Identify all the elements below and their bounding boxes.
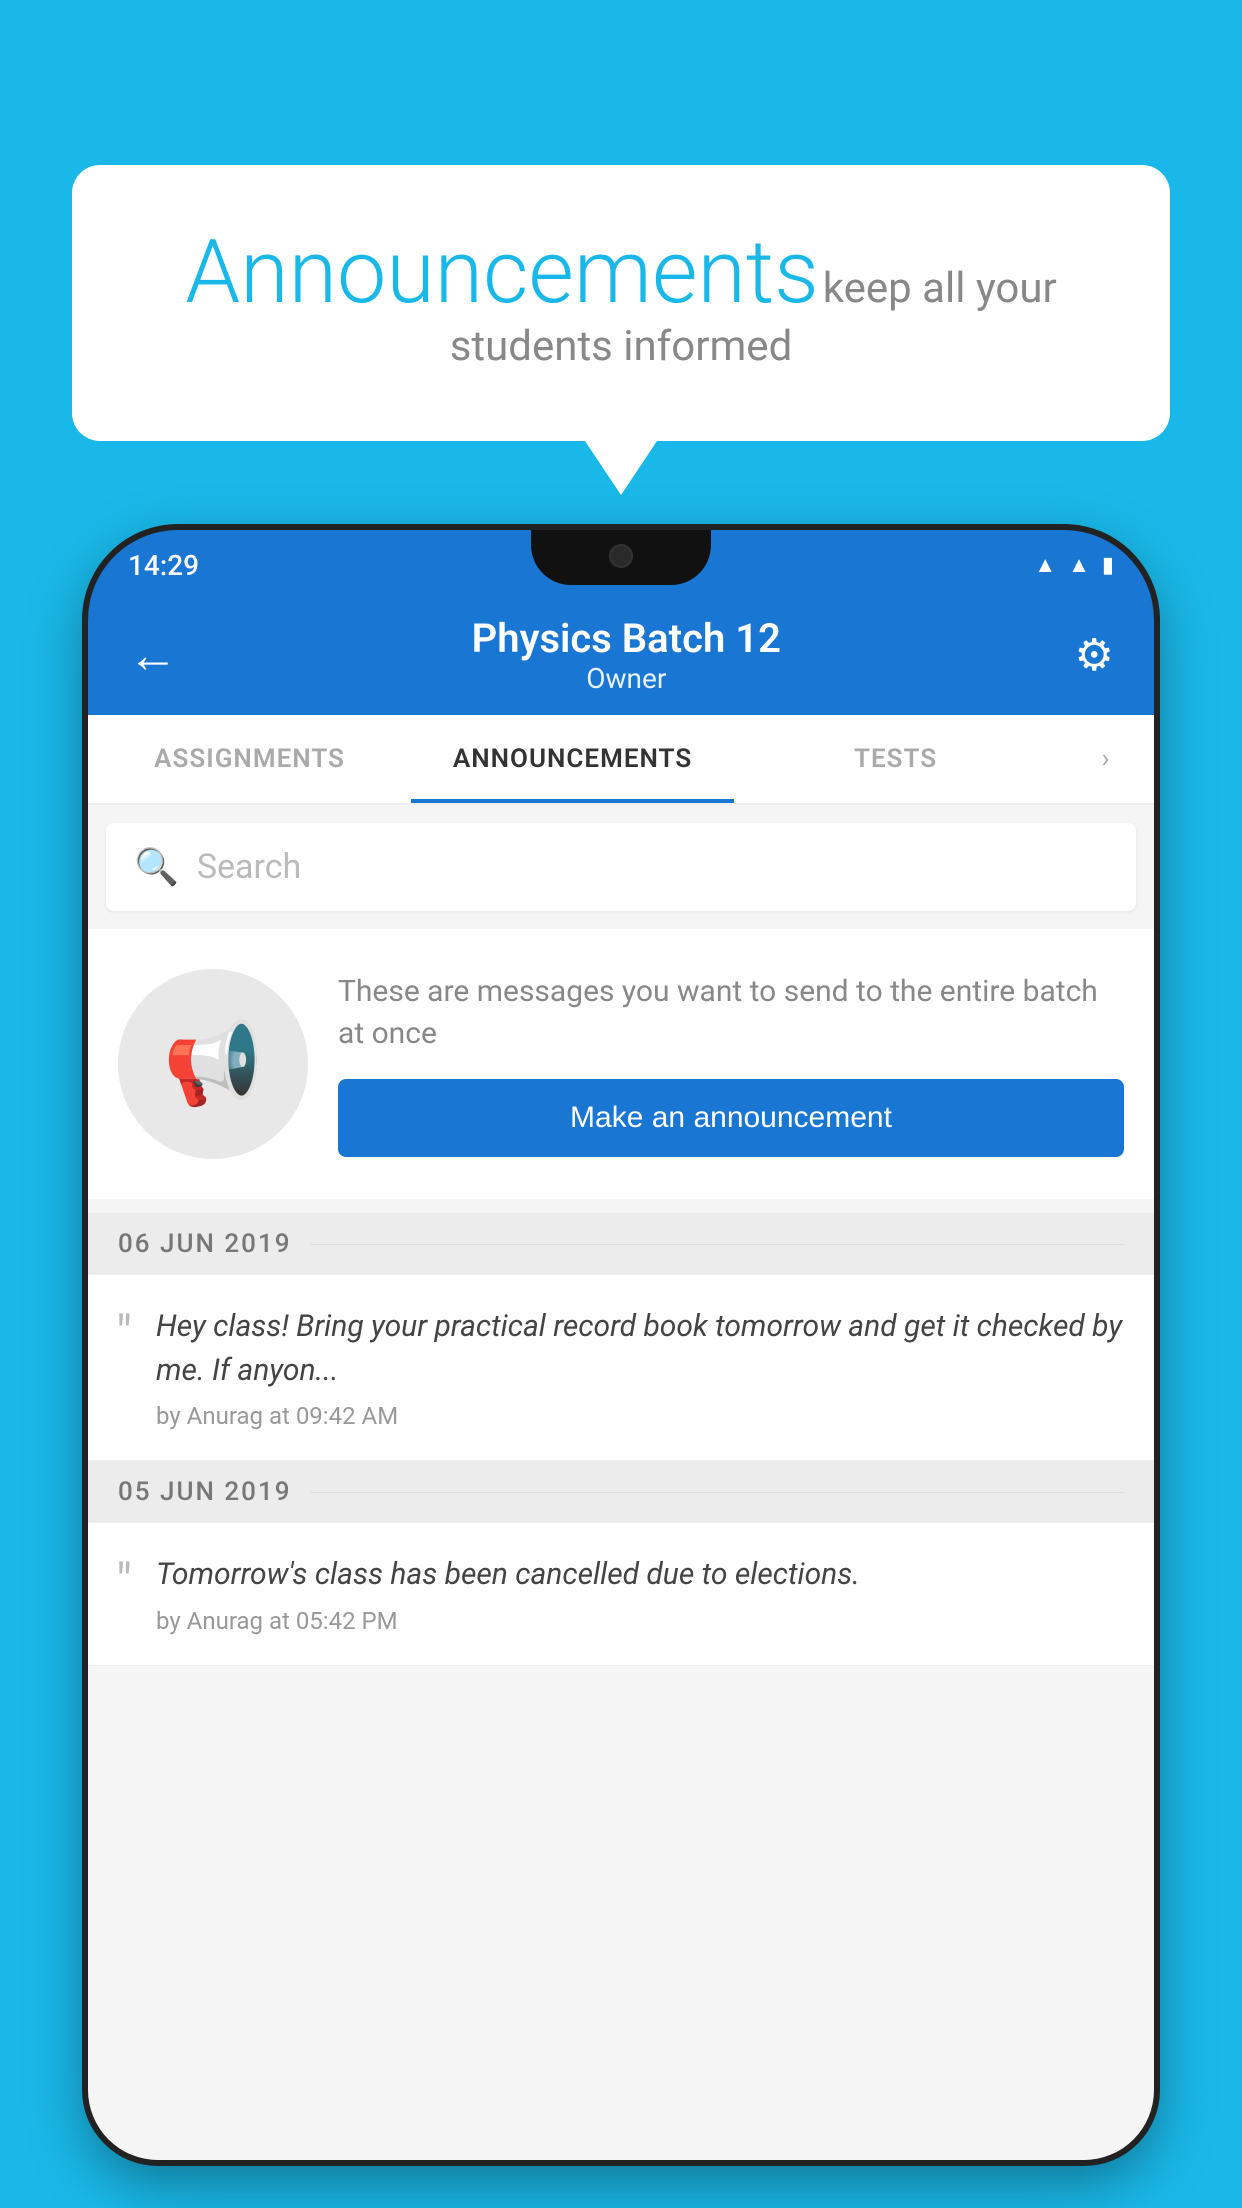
phone-frame: 14:29 ▲ ▲ ▮ ← Physics Batch 12 Owner ⚙ A… (88, 530, 1154, 2160)
tab-tests[interactable]: TESTS (734, 715, 1057, 803)
tab-more[interactable]: › (1057, 715, 1154, 803)
app-bar-title-container: Physics Batch 12 Owner (188, 615, 1065, 695)
phone-container: 14:29 ▲ ▲ ▮ ← Physics Batch 12 Owner ⚙ A… (88, 530, 1154, 2208)
date-separator-1: 06 JUN 2019 (88, 1213, 1154, 1275)
announcement-text-1: Hey class! Bring your practical record b… (156, 1305, 1126, 1392)
date-separator-2: 05 JUN 2019 (88, 1461, 1154, 1523)
signal-icon: ▲ (1068, 552, 1090, 578)
date-separator-text-2: 05 JUN 2019 (118, 1477, 292, 1507)
promo-text: These are messages you want to send to t… (338, 971, 1124, 1055)
quote-icon-1: " (116, 1310, 132, 1360)
search-bar[interactable]: 🔍 Search (106, 823, 1136, 911)
announcement-meta-1: by Anurag at 09:42 AM (156, 1402, 398, 1430)
megaphone-icon: 📢 (163, 1017, 263, 1111)
search-icon: 🔍 (134, 846, 179, 888)
announcement-text-2: Tomorrow's class has been cancelled due … (156, 1553, 1126, 1597)
speech-bubble-container: Announcements keep all your students inf… (72, 165, 1170, 441)
phone-content: 🔍 Search 📢 These are messages you want t… (88, 805, 1154, 2160)
announcement-item-2[interactable]: " Tomorrow's class has been cancelled du… (88, 1523, 1154, 1666)
battery-icon: ▮ (1102, 553, 1114, 578)
make-announcement-button[interactable]: Make an announcement (338, 1079, 1124, 1157)
app-bar-title: Physics Batch 12 (188, 615, 1065, 662)
announcement-promo: 📢 These are messages you want to send to… (88, 929, 1154, 1199)
phone-notch (531, 530, 711, 585)
wifi-icon: ▲ (1034, 552, 1056, 578)
app-bar-subtitle: Owner (188, 662, 1065, 695)
app-bar: ← Physics Batch 12 Owner ⚙ (88, 595, 1154, 715)
date-separator-text-1: 06 JUN 2019 (118, 1229, 292, 1259)
status-time: 14:29 (128, 549, 199, 582)
promo-icon-circle: 📢 (118, 969, 308, 1159)
announcement-content-2: Tomorrow's class has been cancelled due … (156, 1553, 1126, 1635)
speech-bubble: Announcements keep all your students inf… (72, 165, 1170, 441)
announcement-content-1: Hey class! Bring your practical record b… (156, 1305, 1126, 1430)
speech-bubble-title: Announcements (185, 221, 819, 324)
search-placeholder: Search (197, 847, 301, 887)
settings-button[interactable]: ⚙ (1065, 619, 1124, 691)
phone-camera (609, 544, 633, 568)
back-button[interactable]: ← (118, 616, 188, 695)
tabs-container: ASSIGNMENTS ANNOUNCEMENTS TESTS › (88, 715, 1154, 805)
tab-assignments[interactable]: ASSIGNMENTS (88, 715, 411, 803)
announcement-meta-2: by Anurag at 05:42 PM (156, 1607, 398, 1635)
date-separator-line-2 (310, 1492, 1125, 1493)
status-icons: ▲ ▲ ▮ (1034, 552, 1114, 578)
date-separator-line-1 (310, 1244, 1125, 1245)
announcement-item-1[interactable]: " Hey class! Bring your practical record… (88, 1275, 1154, 1461)
quote-icon-2: " (116, 1558, 132, 1608)
tab-announcements[interactable]: ANNOUNCEMENTS (411, 715, 734, 803)
promo-right: These are messages you want to send to t… (338, 971, 1124, 1157)
